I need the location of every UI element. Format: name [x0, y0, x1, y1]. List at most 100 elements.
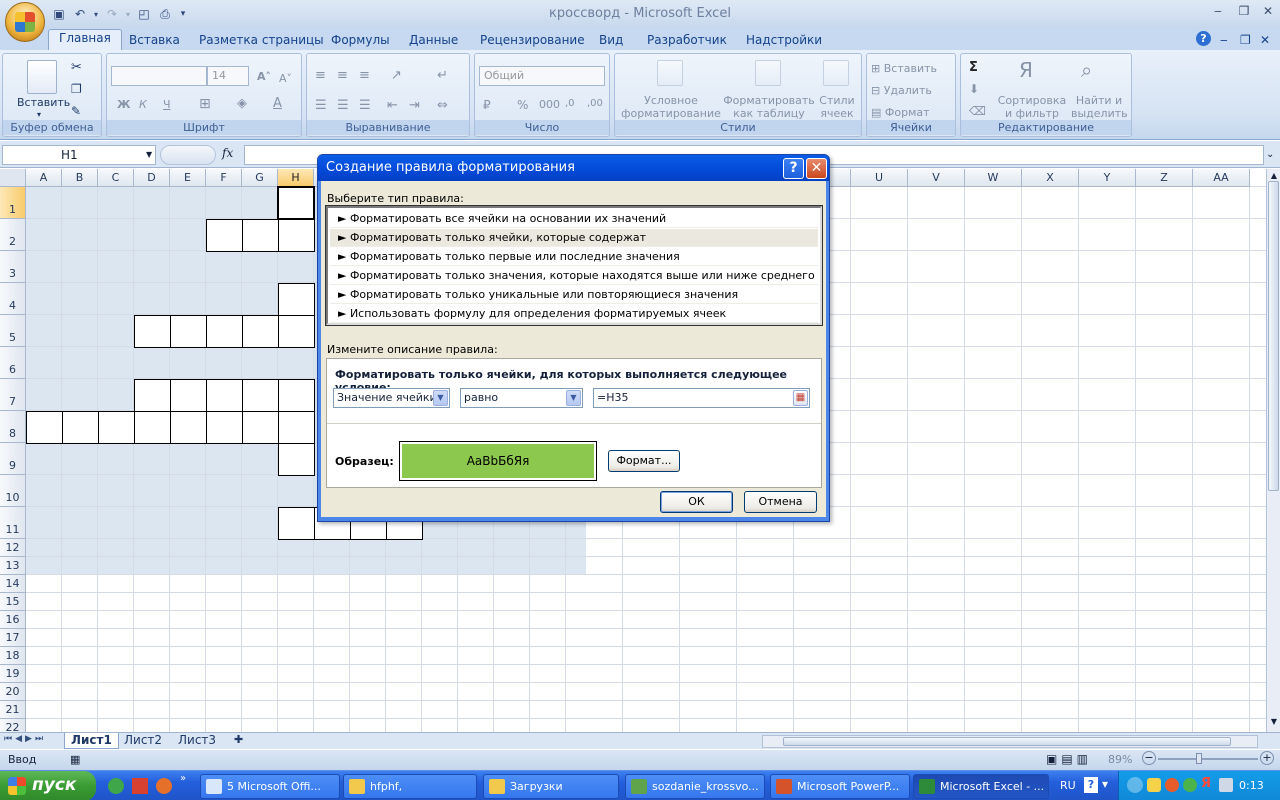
tray-icon-5[interactable]	[1219, 778, 1233, 792]
format-as-table-button[interactable]: Форматировать как таблицу	[723, 94, 815, 120]
show-desktop-icon[interactable]: ▾	[1102, 777, 1108, 791]
crossword-cell[interactable]	[278, 379, 315, 412]
rule-type-item[interactable]: ► Форматировать только первые или послед…	[330, 248, 818, 266]
crossword-cell[interactable]	[278, 507, 315, 540]
sheet-nav-icons[interactable]: ⏮◀▶⏭	[4, 734, 46, 744]
sheet-tab-2[interactable]: Лист2	[118, 733, 168, 749]
font-name-combo[interactable]	[111, 66, 207, 86]
select-all-button[interactable]	[0, 169, 26, 187]
value-input[interactable]: =H35 ▦	[593, 388, 810, 408]
thousands-icon[interactable]: 000	[539, 98, 560, 111]
column-header[interactable]: V	[908, 169, 965, 187]
operator-dropdown-icon[interactable]: ▼	[566, 390, 581, 406]
ribbon-restore-icon[interactable]: ❐	[1240, 31, 1251, 50]
insert-sheet-icon[interactable]: ✚	[228, 733, 249, 749]
rule-type-item[interactable]: ► Форматировать все ячейки на основании …	[330, 210, 818, 228]
operator-combo[interactable]: равно ▼	[460, 388, 583, 408]
row-header[interactable]: 10	[0, 475, 26, 507]
crossword-cell[interactable]	[134, 315, 171, 348]
column-header[interactable]: W	[965, 169, 1022, 187]
format-cells-button[interactable]: ▤ Формат	[871, 106, 930, 119]
tab-addins[interactable]: Надстройки	[746, 31, 822, 50]
tray-icon-2[interactable]	[1165, 778, 1179, 792]
crossword-cell[interactable]	[242, 219, 279, 252]
cell-styles-button[interactable]: Стили ячеек	[815, 94, 859, 120]
decrease-indent-icon[interactable]: ⇤	[387, 98, 398, 113]
expand-formula-bar-icon[interactable]: ⌄	[1266, 149, 1274, 160]
increase-decimal-icon[interactable]: ,0	[565, 98, 575, 109]
horizontal-scrollbar[interactable]	[762, 735, 1258, 748]
crossword-cell[interactable]	[98, 411, 135, 444]
crossword-cell[interactable]	[242, 411, 279, 444]
row-header[interactable]: 4	[0, 283, 26, 315]
taskbar-item-office[interactable]: 5 Microsoft Offi...	[200, 774, 340, 799]
crossword-cell[interactable]	[206, 379, 243, 412]
find-select-button[interactable]: Найти и выделить	[1071, 94, 1128, 120]
sheet-tab-1[interactable]: Лист1	[64, 733, 119, 749]
tab-page-layout[interactable]: Разметка страницы	[199, 31, 324, 50]
name-box[interactable]: H1	[2, 145, 156, 165]
underline-button[interactable]: Ч	[163, 98, 171, 111]
yandex-icon[interactable]: Я	[1201, 776, 1211, 791]
paste-dropdown-icon[interactable]: ▾	[37, 110, 41, 119]
paste-button[interactable]: Вставить	[17, 96, 70, 109]
row-header[interactable]: 18	[0, 647, 26, 665]
zoom-level[interactable]: 89%	[1108, 753, 1132, 766]
cut-icon[interactable]: ✂	[71, 60, 82, 75]
row-header[interactable]: 5	[0, 315, 26, 347]
office-button[interactable]	[5, 2, 45, 42]
quicklaunch-icon-1[interactable]	[108, 778, 124, 794]
autosum-icon[interactable]: Σ	[969, 60, 978, 75]
sheet-tab-3[interactable]: Лист3	[172, 733, 222, 749]
insert-function-button[interactable]: fx	[222, 146, 233, 160]
crossword-cell[interactable]	[62, 411, 99, 444]
row-header[interactable]: 16	[0, 611, 26, 629]
tab-home[interactable]: Главная	[48, 29, 122, 51]
number-format-combo[interactable]: Общий	[479, 66, 605, 86]
align-top-icon[interactable]: ≡	[315, 68, 326, 83]
align-left-icon[interactable]: ☰	[315, 98, 327, 113]
align-bottom-icon[interactable]: ≡	[359, 68, 370, 83]
column-header[interactable]: H	[278, 169, 314, 187]
condition-type-dropdown-icon[interactable]: ▼	[433, 390, 448, 406]
macro-record-icon[interactable]: ▦	[70, 753, 80, 766]
italic-button[interactable]: К	[139, 98, 147, 111]
active-cell-selection[interactable]	[277, 186, 315, 220]
column-header[interactable]: G	[242, 169, 278, 187]
tab-formulas[interactable]: Формулы	[331, 31, 390, 50]
view-buttons[interactable]: ▣▤▥	[1046, 752, 1092, 766]
font-color-icon[interactable]: A	[273, 96, 282, 111]
row-header[interactable]: 9	[0, 443, 26, 475]
language-indicator[interactable]: RU	[1060, 779, 1076, 792]
format-painter-icon[interactable]: ✎	[71, 104, 81, 118]
horizontal-scroll-thumb[interactable]	[783, 737, 1231, 746]
row-header[interactable]: 8	[0, 411, 26, 443]
crossword-cell[interactable]	[206, 315, 243, 348]
column-header[interactable]: AA	[1193, 169, 1250, 187]
tab-insert[interactable]: Вставка	[129, 31, 180, 50]
format-button[interactable]: Формат...	[608, 450, 680, 472]
tray-expand-icon[interactable]	[1127, 777, 1143, 793]
increase-indent-icon[interactable]: ⇥	[409, 98, 420, 113]
tab-data[interactable]: Данные	[409, 31, 458, 50]
borders-icon[interactable]: ⊞	[199, 96, 211, 112]
clock[interactable]: 0:13	[1239, 779, 1264, 792]
row-header[interactable]: 15	[0, 593, 26, 611]
zoom-slider[interactable]	[1158, 758, 1258, 760]
shrink-font-icon[interactable]: A˅	[279, 72, 292, 85]
column-header[interactable]: Y	[1079, 169, 1136, 187]
crossword-cell[interactable]	[206, 219, 243, 252]
tab-developer[interactable]: Разработчик	[647, 31, 727, 50]
column-header[interactable]: U	[851, 169, 908, 187]
crossword-cell[interactable]	[206, 411, 243, 444]
decrease-decimal-icon[interactable]: ,00	[587, 98, 603, 109]
dialog-help-button[interactable]: ?	[783, 158, 804, 179]
rule-type-item[interactable]: ► Форматировать только ячейки, которые с…	[330, 229, 818, 247]
minimize-icon[interactable]: ‒	[1206, 4, 1230, 22]
rule-type-item[interactable]: ► Форматировать только значения, которые…	[330, 267, 818, 285]
scroll-up-icon[interactable]: ▲	[1268, 171, 1280, 180]
quicklaunch-icon-2[interactable]	[132, 778, 148, 794]
column-header[interactable]: F	[206, 169, 242, 187]
font-size-combo[interactable]: 14	[207, 66, 249, 86]
clear-icon[interactable]: ⌫	[969, 104, 986, 118]
